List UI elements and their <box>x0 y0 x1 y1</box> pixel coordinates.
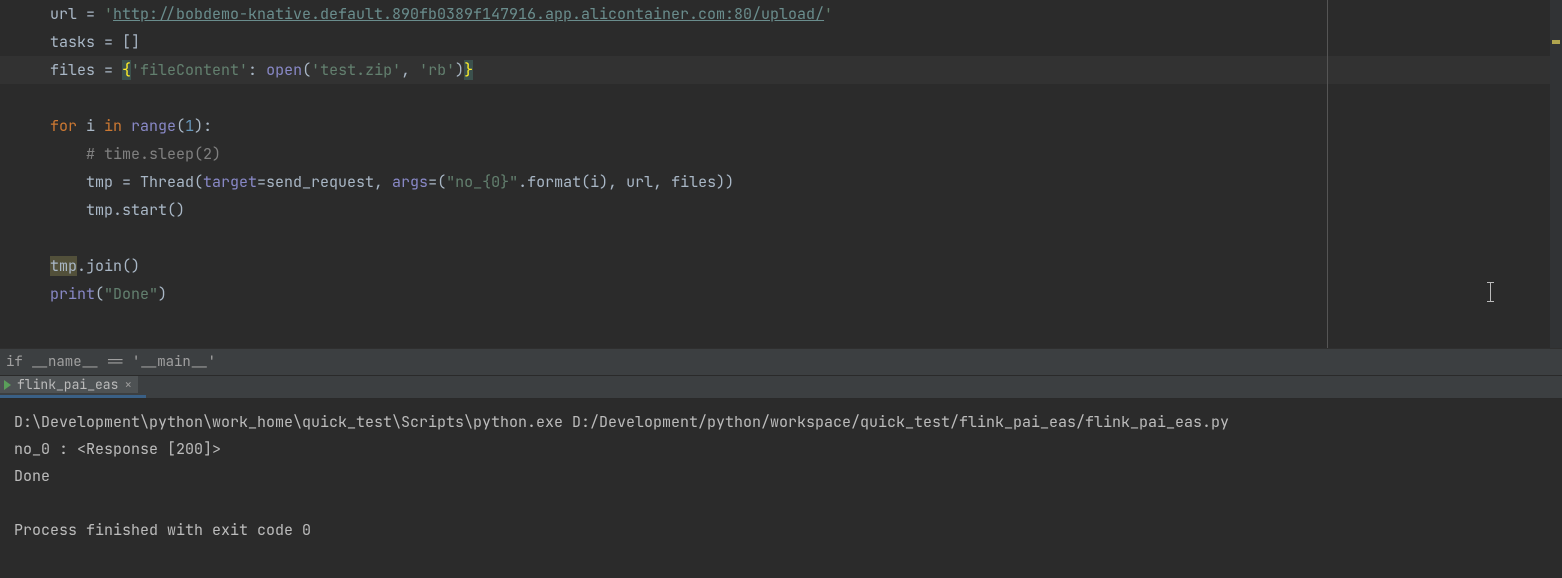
string-quote: ' <box>104 4 113 24</box>
string-literal: 'fileContent' <box>131 60 248 80</box>
string-literal: 'test.zip' <box>311 60 401 80</box>
console-line: no_0 : <Response [200]> <box>14 436 1548 463</box>
code-text: tmp = Thread( <box>86 172 203 192</box>
code-editor[interactable]: url = 'http://bobdemo-knative.default.89… <box>0 0 1562 348</box>
code-text: ( <box>302 60 311 80</box>
column-guide <box>1327 0 1328 348</box>
code-text: files = <box>50 60 122 80</box>
code-text: ( <box>95 284 104 304</box>
kwarg-name: args <box>392 172 428 192</box>
run-tab[interactable]: flink_pai_eas × <box>0 376 138 393</box>
breadcrumb[interactable]: if __name__ == '__main__' <box>0 348 1562 375</box>
code-text: tasks = [] <box>50 32 140 52</box>
code-text: .format(i), url, files)) <box>518 172 734 192</box>
string-quote: ' <box>824 4 833 24</box>
code-text: ) <box>455 60 464 80</box>
code-text: =( <box>428 172 446 192</box>
active-tab-indicator <box>0 395 146 398</box>
run-tab-bar: flink_pai_eas × <box>0 375 1562 399</box>
code-text: =send_request, <box>257 172 392 192</box>
brace-open: { <box>122 60 131 80</box>
number-literal: 1 <box>185 116 194 136</box>
run-console[interactable]: D:\Development\python\work_home\quick_te… <box>0 399 1562 578</box>
warning-highlight: tmp <box>50 256 77 276</box>
brace-close: } <box>464 60 473 80</box>
code-text: i <box>86 116 104 136</box>
code-text: ( <box>176 116 185 136</box>
url-string: http://bobdemo-knative.default.890fb0389… <box>113 4 824 24</box>
code-text: ) <box>158 284 167 304</box>
text-cursor-icon <box>1490 282 1491 302</box>
builtin-call: open <box>266 60 302 80</box>
comment: # time.sleep(2) <box>86 144 221 164</box>
keyword: for <box>50 116 86 136</box>
run-tab-label: flink_pai_eas <box>17 376 118 393</box>
breadcrumb-text: if __name__ == '__main__' <box>6 353 216 371</box>
string-literal: "Done" <box>104 284 158 304</box>
error-stripe[interactable] <box>1550 0 1562 348</box>
builtin-call: range <box>131 116 176 136</box>
code-text: url = <box>50 4 104 24</box>
code-text: : <box>248 60 266 80</box>
code-text: ): <box>194 116 212 136</box>
close-icon[interactable]: × <box>124 376 132 393</box>
string-literal: "no_{0}" <box>446 172 518 192</box>
code-text: tmp.start() <box>86 200 185 220</box>
code-text: , <box>401 60 419 80</box>
keyword: in <box>104 116 131 136</box>
kwarg-name: target <box>203 172 257 192</box>
console-line: Done <box>14 463 1548 490</box>
builtin-call: print <box>50 284 95 304</box>
run-icon <box>4 380 11 390</box>
console-line: Process finished with exit code 0 <box>14 517 1548 544</box>
code-text: .join() <box>77 256 140 276</box>
console-line-empty <box>14 490 1548 517</box>
console-line: D:\Development\python\work_home\quick_te… <box>14 409 1548 436</box>
string-literal: 'rb' <box>419 60 455 80</box>
